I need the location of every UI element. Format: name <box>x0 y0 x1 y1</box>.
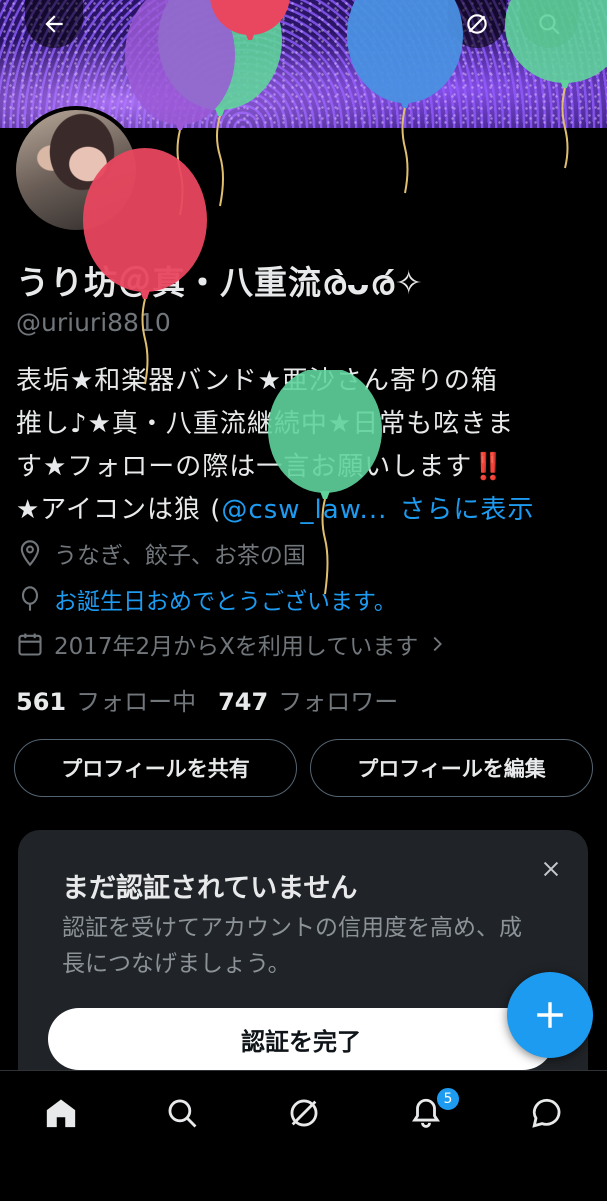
joined-row[interactable]: 2017年2月からXを利用しています <box>16 627 458 661</box>
nav-home[interactable] <box>41 1093 81 1133</box>
location-text: うなぎ、餃子、お茶の国 <box>54 543 306 569</box>
location-row: うなぎ、餃子、お茶の国 <box>16 536 306 570</box>
verification-card: まだ認証されていません 認証を受けてアカウントの信用度を高め、成長につなげましょ… <box>18 830 588 1100</box>
location-pin-icon <box>20 540 40 567</box>
balloon-icon <box>21 586 39 611</box>
handle: @uriuri8810 <box>16 308 171 337</box>
bio-mention-link[interactable]: @csw_law... <box>221 495 387 525</box>
bio: 表垢★和楽器バンド★亜沙さん寄りの箱 推し♪★真・八重流継続中★日常も呟きま す… <box>16 360 591 532</box>
birthday-text: お誕生日おめでとうございます。 <box>54 589 397 615</box>
notification-badge: 5 <box>436 1087 460 1111</box>
following-label: フォロー中 <box>76 688 197 716</box>
bio-line: 推し♪★真・八重流継続中★日常も呟きま <box>16 409 515 439</box>
display-name: うり坊＠真・八重流ര̀ᴗര́✧ <box>16 263 424 302</box>
edit-profile-button[interactable]: プロフィールを編集 <box>310 739 593 797</box>
bottom-nav: 5 <box>0 1070 607 1201</box>
show-more-link[interactable]: さらに表示 <box>399 495 534 525</box>
search-icon <box>168 1099 197 1128</box>
bio-line: す★フォローの際は一言お願いします‼️ <box>16 452 506 482</box>
followers-count: 747 <box>218 688 269 716</box>
compose-button[interactable] <box>507 972 593 1058</box>
complete-verification-button[interactable]: 認証を完了 <box>48 1008 554 1070</box>
chevron-right-icon <box>433 636 443 652</box>
following-link[interactable]: 561 フォロー中 <box>16 682 196 717</box>
followers-link[interactable]: 747 フォロワー <box>218 682 398 717</box>
nav-messages[interactable] <box>527 1093 567 1133</box>
bio-line: ★アイコンは狼 (@csw_law... さらに表示 <box>16 489 591 532</box>
search-icon <box>539 14 560 35</box>
arrow-left-icon <box>45 15 63 33</box>
home-icon <box>46 1099 76 1128</box>
verification-text: 認証を受けてアカウントの信用度を高め、成長につなげましょう。 <box>62 915 522 977</box>
followers-label: フォロワー <box>278 688 399 716</box>
plus-icon <box>537 1002 563 1028</box>
follow-stats: 561 フォロー中 747 フォロワー <box>16 682 398 717</box>
joined-text: 2017年2月からXを利用しています <box>54 634 419 660</box>
grok-icon <box>290 1099 318 1127</box>
birthday-row: お誕生日おめでとうございます。 <box>16 582 397 616</box>
bio-line-text: ★アイコンは狼 ( <box>16 495 222 525</box>
nav-grok[interactable] <box>284 1093 324 1133</box>
calendar-icon <box>18 633 42 656</box>
bio-line: 表垢★和楽器バンド★亜沙さん寄りの箱 <box>16 366 498 396</box>
chat-bubble-icon <box>532 1098 561 1128</box>
avatar[interactable] <box>12 106 140 234</box>
share-profile-button[interactable]: プロフィールを共有 <box>14 739 297 797</box>
verification-title: まだ認証されていません <box>62 873 358 904</box>
nav-search[interactable] <box>162 1093 202 1133</box>
following-count: 561 <box>16 688 67 716</box>
close-icon[interactable] <box>540 858 562 880</box>
grok-icon <box>467 14 487 34</box>
